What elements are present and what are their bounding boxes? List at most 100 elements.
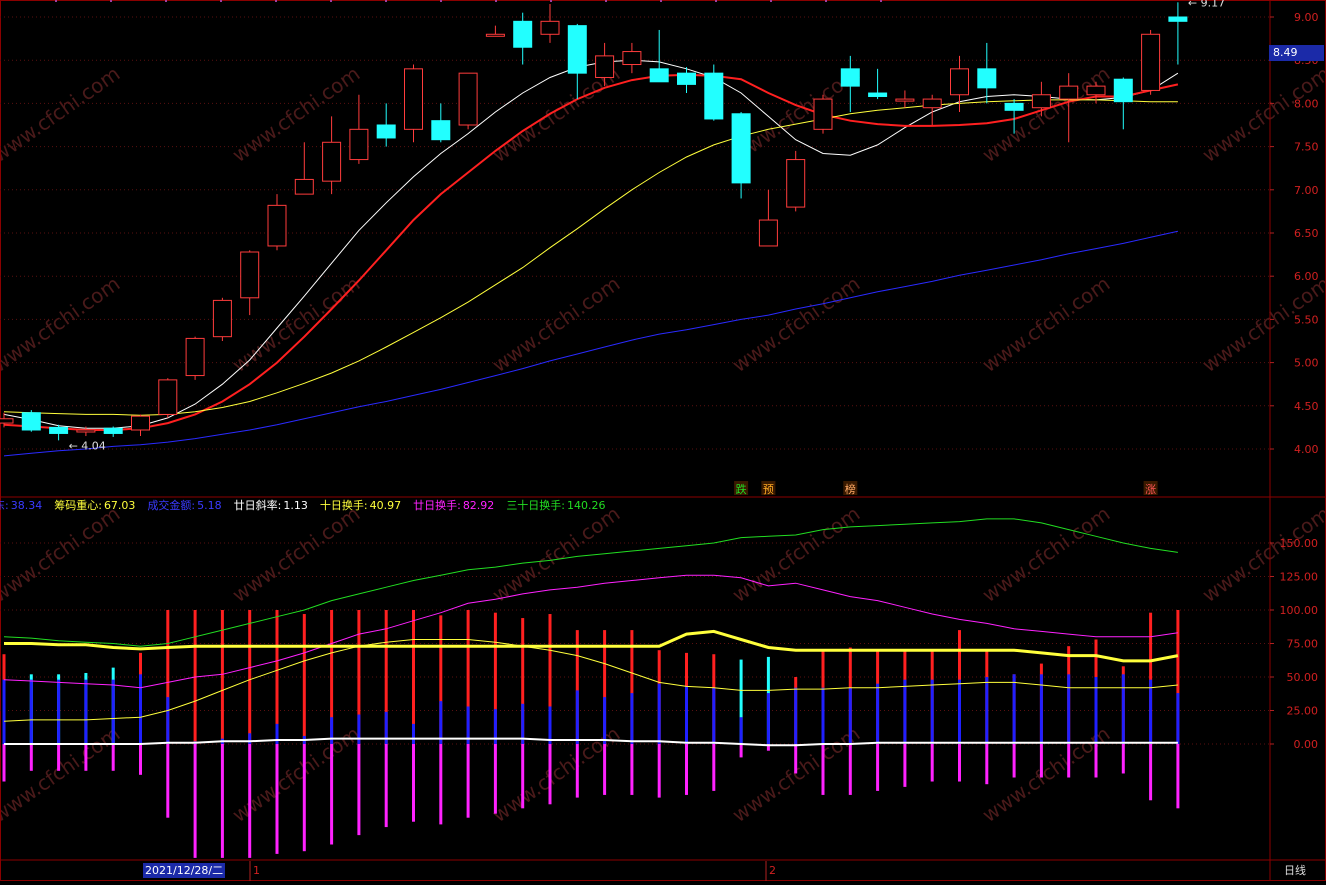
event-marker-label: 涨 bbox=[1145, 483, 1156, 496]
candle-body bbox=[731, 113, 751, 184]
watermark-text: www.cfchi.com bbox=[228, 61, 365, 167]
indicator-readout-item: 十日换手: 40.97 bbox=[320, 499, 407, 512]
volume-amount-bar bbox=[1094, 677, 1098, 744]
volume-amount-bar bbox=[1176, 693, 1180, 744]
indicator-tick-label: 150.00 bbox=[1280, 537, 1319, 550]
indicator-readout-value: 140.26 bbox=[567, 499, 606, 512]
volume-amount-bar bbox=[876, 683, 880, 744]
candle-body bbox=[1059, 85, 1079, 100]
candle-body bbox=[758, 219, 778, 247]
indicator-bar bbox=[739, 659, 743, 758]
negative-bar bbox=[1094, 744, 1098, 778]
moving-average-line-1 bbox=[3, 59, 1179, 429]
volume-amount-bar bbox=[1149, 679, 1153, 744]
indicator-readout-name: 成交金额: bbox=[147, 499, 196, 512]
candle-body bbox=[1113, 78, 1133, 103]
candle-body bbox=[649, 68, 669, 83]
top-tick-dot bbox=[605, 0, 607, 2]
volume-amount-bar bbox=[657, 683, 661, 744]
candlestick bbox=[1168, 2, 1188, 65]
negative-bar bbox=[958, 744, 961, 782]
top-tick-dot bbox=[165, 0, 167, 2]
candle-body bbox=[376, 124, 396, 139]
indicator-tick-label: 125.00 bbox=[1280, 571, 1319, 584]
volume-amount-bar bbox=[903, 679, 907, 744]
top-tick-dot bbox=[825, 0, 827, 2]
candle-body bbox=[1086, 85, 1106, 96]
indicator-bar bbox=[903, 650, 907, 787]
negative-bar bbox=[357, 744, 361, 836]
indicator-bar bbox=[84, 672, 88, 771]
volume-amount-bar bbox=[958, 679, 961, 744]
volume-amount-bar bbox=[685, 686, 688, 744]
volume-amount-bar bbox=[330, 717, 334, 744]
indicator-bar bbox=[57, 674, 61, 771]
event-marker-label: 跌 bbox=[736, 482, 747, 496]
volume-amount-bar bbox=[1012, 674, 1016, 744]
indicator-bar bbox=[466, 610, 470, 818]
watermark-text: www.cfchi.com bbox=[728, 271, 865, 377]
candlestick bbox=[267, 194, 287, 251]
candle-body bbox=[404, 68, 423, 130]
indicator-bar bbox=[166, 610, 170, 818]
watermark-text: www.cfchi.com bbox=[0, 501, 124, 607]
month-label: 1 bbox=[253, 864, 260, 877]
indicator-bar bbox=[712, 654, 716, 791]
negative-bar bbox=[248, 744, 252, 858]
candle-body bbox=[267, 204, 287, 247]
period-selector[interactable]: 日线 bbox=[1284, 863, 1306, 878]
indicator-bar bbox=[958, 630, 961, 782]
volume-amount-bar bbox=[1067, 674, 1071, 744]
candlestick bbox=[376, 103, 396, 147]
indicator-tick-label: 0.00 bbox=[1294, 738, 1319, 751]
negative-bar bbox=[794, 744, 798, 774]
indicator-readout-value: 38.34 bbox=[10, 499, 43, 512]
candle-body bbox=[922, 98, 942, 109]
watermark-text: www.cfchi.com bbox=[488, 271, 625, 377]
negative-bar bbox=[685, 744, 688, 795]
indicator-readout: 东:38.34 筹码重心:67.03 成交金额:5.18 廿日斜率:1.13 十日换手:… bbox=[0, 497, 618, 513]
candlestick bbox=[49, 424, 69, 441]
indicator-bar bbox=[139, 652, 142, 775]
candle-body bbox=[1141, 33, 1161, 91]
indicator-readout-value: 67.03 bbox=[103, 499, 136, 512]
candle-body bbox=[1004, 102, 1024, 111]
price-tick-label: 4.50 bbox=[1294, 400, 1319, 413]
volume-amount-bar bbox=[29, 679, 33, 744]
event-marker-label: 预 bbox=[763, 483, 774, 496]
indicator-bar bbox=[794, 677, 798, 774]
negative-bar bbox=[1067, 744, 1071, 778]
candle-body bbox=[103, 427, 123, 434]
indicator-tick-label: 25.00 bbox=[1287, 705, 1319, 718]
candle-body bbox=[49, 426, 69, 434]
negative-bar bbox=[412, 744, 415, 822]
price-extreme-label: ← 9.17 bbox=[1188, 0, 1225, 9]
negative-bar bbox=[330, 744, 334, 845]
indicator-tick-label: 50.00 bbox=[1287, 671, 1319, 684]
candlestick bbox=[485, 25, 505, 37]
negative-bar bbox=[575, 744, 579, 798]
negative-bar bbox=[384, 744, 388, 828]
negative-bar bbox=[29, 744, 33, 771]
negative-bar bbox=[493, 744, 497, 814]
negative-bar bbox=[848, 744, 852, 795]
positive-bar bbox=[302, 614, 306, 744]
candle-body bbox=[567, 25, 587, 74]
candle-body bbox=[840, 68, 860, 87]
candle-body bbox=[240, 251, 260, 299]
candle-body bbox=[76, 429, 96, 433]
candle-body bbox=[895, 98, 915, 102]
indicator-bar bbox=[985, 650, 989, 785]
indicator-readout-item: 三十日换手: 140.26 bbox=[506, 499, 611, 512]
negative-bar bbox=[466, 744, 470, 818]
watermark-text: www.cfchi.com bbox=[228, 501, 365, 607]
indicator-bar bbox=[821, 650, 825, 795]
candlestick bbox=[868, 68, 888, 100]
candle-body bbox=[704, 72, 724, 120]
candlestick bbox=[240, 250, 260, 316]
indicator-bar bbox=[1039, 663, 1043, 778]
candlestick bbox=[458, 72, 478, 130]
watermark-text: www.cfchi.com bbox=[228, 721, 365, 827]
volume-amount-bar bbox=[930, 679, 934, 744]
candlestick bbox=[895, 90, 915, 108]
